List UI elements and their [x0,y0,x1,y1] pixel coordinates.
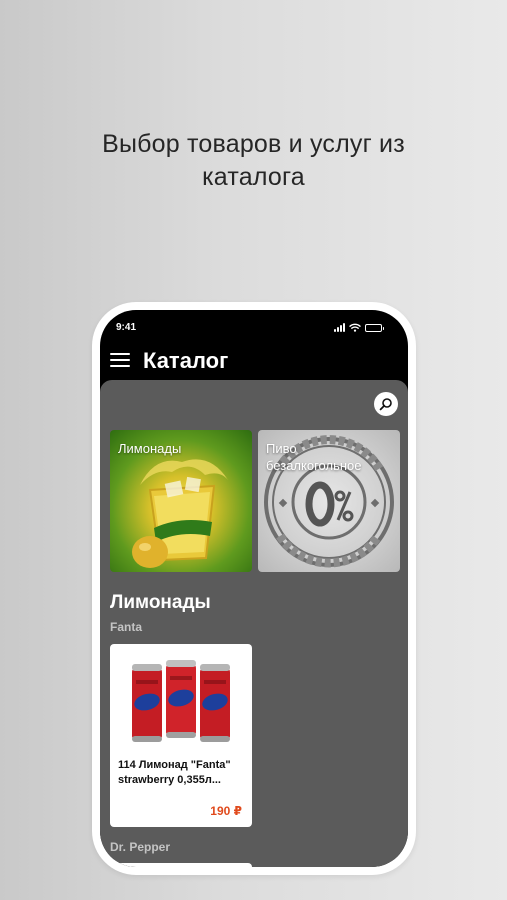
subcategory-label-dr-pepper: Dr. Pepper [110,840,171,854]
product-name: 114 Лимонад "Fanta" strawberry 0,355л... [118,759,231,786]
product-card-partial[interactable] [110,863,252,867]
status-bar: 9:41 [100,310,408,340]
battery-icon [365,324,384,332]
search-button[interactable] [374,392,398,416]
category-label: Пиво безалкогольное [266,441,362,473]
subcategory-label-fanta: Fanta [110,620,143,634]
product-card[interactable]: 114 Лимонад "Fanta" strawberry 0,355л...… [110,644,252,827]
product-price: 190 ₽ [210,804,242,818]
hamburger-menu-icon[interactable] [110,352,130,368]
search-icon [379,398,392,411]
category-card-lemonades[interactable]: Лимонады [110,430,252,572]
status-icons [334,322,384,332]
caption-line-2: каталога [202,163,305,191]
cellular-signal-icon [334,323,345,332]
status-time: 9:41 [116,322,137,333]
app-bar: Каталог [100,342,408,380]
page-title: Каталог [143,348,229,373]
phone-screen: 9:41 Каталог Лимонады Пиво безалкогольно… [100,310,408,867]
phone-frame: 9:41 Каталог Лимонады Пиво безалкогольно… [92,302,416,875]
fanta-cans-image [132,660,230,742]
promo-caption: Выбор товаров и услуг из каталога [0,128,507,194]
category-label: Лимонады [118,441,182,456]
caption-line-1: Выбор товаров и услуг из [102,130,405,158]
wifi-icon [349,323,361,332]
catalog-content[interactable]: Лимонады Пиво безалкогольное Лимонады Fa… [100,380,408,867]
section-title: Лимонады [110,592,211,613]
category-card-non-alcoholic-beer[interactable]: Пиво безалкогольное [258,430,400,572]
